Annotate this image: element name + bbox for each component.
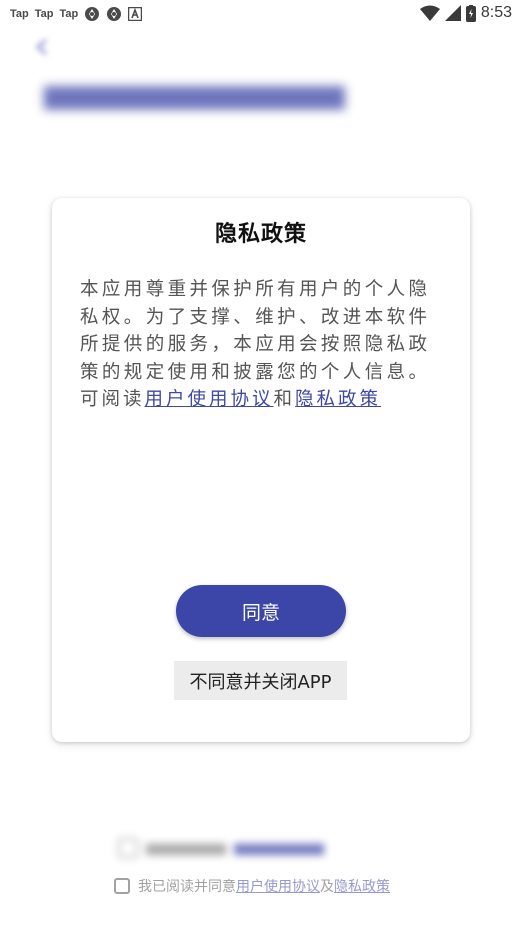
aperture-icon	[85, 7, 100, 21]
background-agreement-link: ▆▆▆▆▆▆▆▆▆	[233, 840, 324, 856]
agreement-row: 我已阅读并同意 用户使用协议及隐私政策	[114, 875, 390, 897]
clock: 8:53	[480, 4, 512, 21]
footer-privacy-policy-link[interactable]: 隐私政策	[334, 876, 390, 896]
tap-notification-icon: Tap	[10, 8, 29, 20]
agree-button[interactable]: 同意	[176, 585, 346, 637]
background-agreement-text: ▆▆▆▆▆▆▆▆	[146, 840, 226, 856]
privacy-dialog: 隐私政策 本应用尊重并保护所有用户的个人隐私权。为了支撑、维护、改进本软件所提供…	[52, 198, 470, 742]
dialog-title: 隐私政策	[214, 222, 307, 247]
agreement-prefix: 我已阅读并同意	[138, 879, 236, 895]
user-agreement-link[interactable]: 用户使用协议	[145, 389, 274, 410]
app-a-icon	[128, 7, 143, 21]
aperture-icon	[107, 7, 122, 21]
back-arrow-icon	[35, 38, 47, 56]
agreement-checkbox[interactable]	[114, 878, 130, 894]
dialog-conjunction: 和	[273, 389, 296, 410]
background-page-title: ▇▇▇▇▇▇▇▇▇▇▇▇▇▇▇▇▇	[44, 84, 345, 110]
battery-icon	[465, 4, 476, 22]
dialog-body: 本应用尊重并保护所有用户的个人隐私权。为了支撑、维护、改进本软件所提供的服务，本…	[80, 276, 430, 414]
footer-conjunction: 及	[320, 879, 334, 895]
privacy-policy-link[interactable]: 隐私政策	[295, 389, 381, 410]
signal-icon	[444, 5, 461, 21]
background-agreement-row: ▆▆▆▆▆▆▆▆ ▆▆▆▆▆▆▆▆▆	[118, 836, 418, 860]
tap-notification-icon: Tap	[59, 8, 79, 20]
notification-icons: Tap Tap Tap	[10, 6, 143, 22]
system-status: 8:53	[419, 4, 512, 22]
footer-user-agreement-link[interactable]: 用户使用协议	[236, 876, 320, 896]
status-bar: Tap Tap Tap 8:53	[0, 0, 522, 28]
background-checkbox	[118, 838, 138, 858]
tap-notification-icon: Tap	[34, 8, 54, 20]
decline-and-close-button[interactable]: 不同意并关闭APP	[174, 661, 347, 700]
wifi-icon	[419, 5, 440, 21]
